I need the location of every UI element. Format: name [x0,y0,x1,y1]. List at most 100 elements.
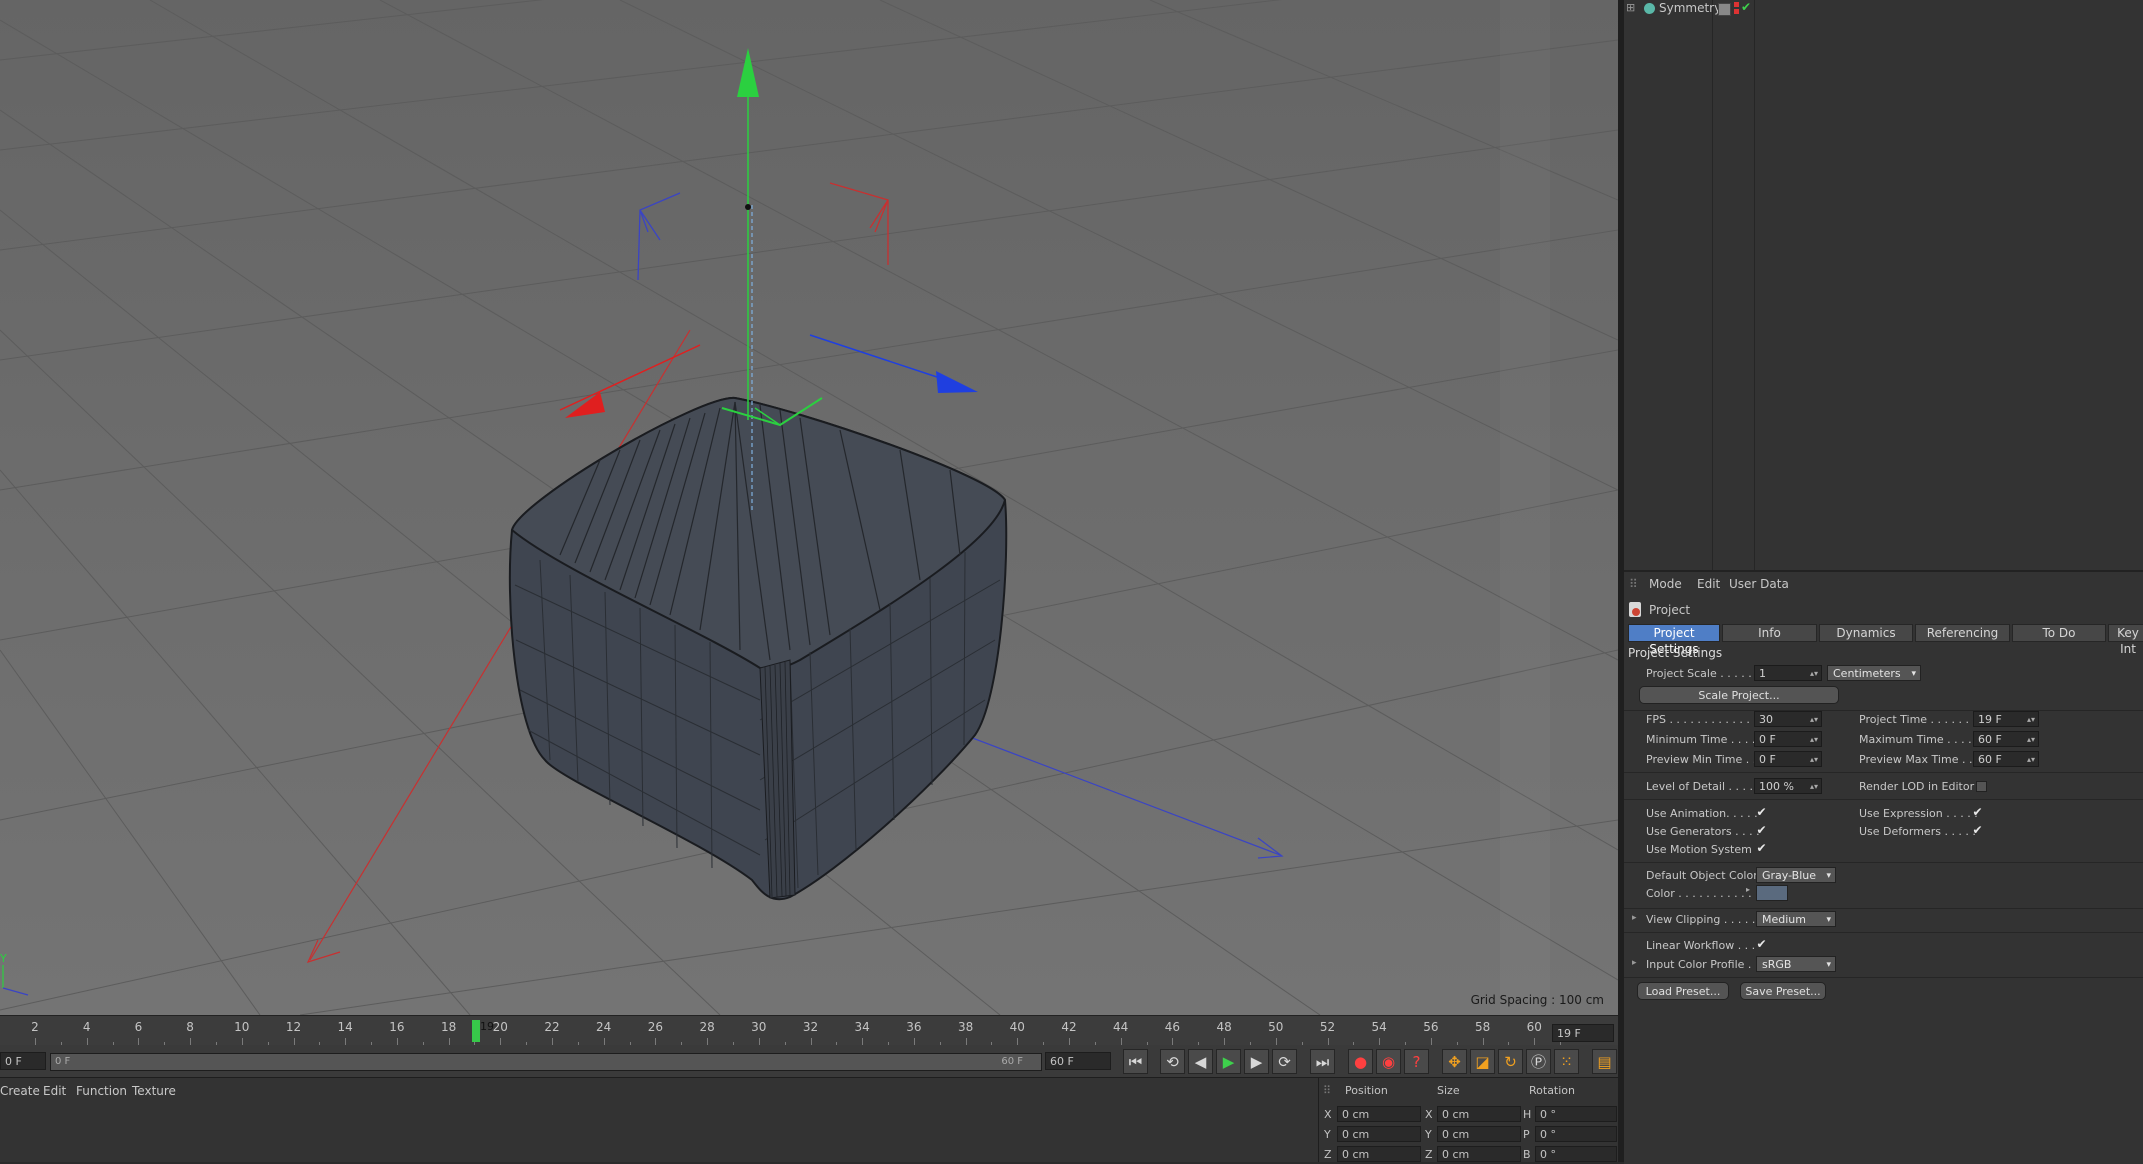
menu-texture[interactable]: Texture [132,1084,176,1098]
preview-range-bar[interactable]: 0 F 60 F [50,1053,1042,1071]
keyframe-selection-button[interactable]: ? [1404,1049,1429,1074]
tab-dynamics[interactable]: Dynamics [1819,624,1913,642]
timeline-tick-label: 40 [1009,1020,1025,1034]
end-frame-field[interactable]: 60 F [1045,1052,1111,1070]
3d-viewport[interactable]: Y Grid Spacing : 100 cm [0,0,1618,1015]
use-motion-checkbox[interactable]: ✔ [1755,842,1768,855]
range-end-label: 60 F [1001,1056,1023,1067]
expand-icon[interactable]: ⊞ [1626,1,1635,14]
timeline-tick-label: 52 [1319,1020,1336,1034]
fps-field[interactable]: 30 ▴▾ [1754,711,1822,727]
input-profile-dropdown[interactable]: sRGB ▾ [1756,956,1836,972]
next-key-icon: ⟳ [1278,1052,1291,1071]
min-time-label: Minimum Time . . . . [1646,733,1756,746]
position-z-field[interactable]: 0 cm [1337,1146,1421,1162]
preview-min-field[interactable]: 0 F ▴▾ [1754,751,1822,767]
play-button[interactable]: ▶ [1216,1049,1241,1074]
position-header: Position [1345,1084,1388,1097]
use-expression-checkbox[interactable]: ✔ [1971,806,1984,819]
size-x-field[interactable]: 0 cm [1437,1106,1521,1122]
menu-function[interactable]: Function [76,1084,127,1098]
rotation-p-field[interactable]: 0 ° [1535,1126,1617,1142]
timeline-ruler[interactable]: 2 4 6 8 10 12 14 16 18 20 22 24 26 28 30 32 34 36 38 40 42 44… [0,1015,1618,1046]
tab-to-do[interactable]: To Do [2012,624,2106,642]
autokey-button[interactable]: ◉ [1376,1049,1401,1074]
project-time-field[interactable]: 19 F ▴▾ [1973,711,2039,727]
object-row-symmetry[interactable]: ⊞ Symmetry ✔ [1624,0,2143,18]
parameter-key-button[interactable]: Ⓟ [1526,1049,1551,1074]
position-y-field[interactable]: 0 cm [1337,1126,1421,1142]
expand-triangle-icon[interactable]: ▸ [1632,913,1637,923]
use-motion-label: Use Motion System [1646,843,1752,856]
enabled-check-icon[interactable]: ✔ [1741,0,1751,14]
render-lod-checkbox[interactable] [1976,781,1987,792]
menu-edit[interactable]: Edit [1697,577,1720,591]
axis-x-label: X [1324,1108,1332,1121]
min-time-field[interactable]: 0 F ▴▾ [1754,731,1822,747]
point-level-button[interactable]: ⁙ [1554,1049,1579,1074]
expand-triangle-icon[interactable]: ▸ [1632,958,1637,968]
project-time-label: Project Time . . . . . . . [1859,713,1977,726]
tab-referencing[interactable]: Referencing [1915,624,2010,642]
timeline-tick-label: 36 [906,1020,922,1034]
preview-min-label: Preview Min Time . . [1646,753,1757,766]
record-icon: ● [1353,1052,1368,1071]
size-y-field[interactable]: 0 cm [1437,1126,1521,1142]
film-icon: ▤ [1597,1052,1612,1071]
next-frame-button[interactable]: ▶ [1244,1049,1269,1074]
preview-max-field[interactable]: 60 F ▴▾ [1973,751,2039,767]
load-preset-button[interactable]: Load Preset... [1637,982,1729,1000]
previous-frame-button[interactable]: ◀ [1188,1049,1213,1074]
size-z-field[interactable]: 0 cm [1437,1146,1521,1162]
linear-workflow-checkbox[interactable]: ✔ [1755,938,1768,951]
menu-user-data[interactable]: User Data [1729,577,1789,591]
previous-key-button[interactable]: ⟲ [1160,1049,1185,1074]
timeline-button[interactable]: ▤ [1592,1049,1617,1074]
rotation-key-button[interactable]: ↻ [1498,1049,1523,1074]
layer-icon[interactable] [1718,3,1731,16]
tab-info[interactable]: Info [1722,624,1817,642]
triangle-right-icon[interactable]: ▸ [1746,885,1750,894]
menu-create[interactable]: Create [0,1084,40,1098]
use-generators-checkbox[interactable]: ✔ [1755,824,1768,837]
timeline-tick-label: 48 [1216,1020,1232,1034]
position-key-button[interactable]: ✥ [1442,1049,1467,1074]
start-frame-field[interactable]: 0 F [0,1052,46,1070]
current-frame-field[interactable]: 19 F [1552,1024,1614,1042]
lod-field[interactable]: 100 % ▴▾ [1754,778,1822,794]
attribute-manager: ⠿ Mode Edit User Data Project Project Se… [1624,570,2143,1164]
next-key-button[interactable]: ⟳ [1272,1049,1297,1074]
save-preset-button[interactable]: Save Preset... [1740,982,1826,1000]
timeline-tick-label: 32 [802,1020,819,1034]
scale-project-button[interactable]: Scale Project... [1639,686,1839,704]
record-keys-button[interactable]: ● [1348,1049,1373,1074]
view-clipping-dropdown[interactable]: Medium ▾ [1756,911,1836,927]
rotation-header: Rotation [1529,1084,1576,1097]
go-to-end-button[interactable]: ⏭ [1310,1049,1335,1074]
timeline-tick-label: 2 [31,1020,39,1034]
tab-project-settings[interactable]: Project Settings [1628,624,1720,656]
position-x-field[interactable]: 0 cm [1337,1106,1421,1122]
default-color-dropdown[interactable]: Gray-Blue ▾ [1756,867,1836,883]
use-animation-checkbox[interactable]: ✔ [1755,806,1768,819]
render-visibility-dot[interactable] [1734,9,1739,14]
menu-mode[interactable]: Mode [1649,577,1682,591]
rotation-h-field[interactable]: 0 ° [1535,1106,1617,1122]
tab-key-interpolation[interactable]: Key Int [2108,624,2143,656]
project-scale-field[interactable]: 1 ▴▾ [1754,665,1822,681]
use-deformers-checkbox[interactable]: ✔ [1971,824,1984,837]
use-deformers-label: Use Deformers . . . . . [1859,825,1976,838]
timeline-tick-label: 42 [1061,1020,1077,1034]
color-swatch[interactable] [1756,885,1788,901]
go-to-start-button[interactable]: ⏮ [1123,1049,1148,1074]
size-y-label: Y [1425,1128,1432,1141]
axis-y-label: Y [0,952,7,965]
render-lod-label: Render LOD in Editor [1859,780,1975,793]
scale-key-button[interactable]: ◪ [1470,1049,1495,1074]
timeline-tick-label: 20 [492,1020,508,1034]
rotation-b-field[interactable]: 0 ° [1535,1146,1617,1162]
menu-edit[interactable]: Edit [43,1084,66,1098]
project-scale-unit-dropdown[interactable]: Centimeters ▾ [1827,665,1921,681]
max-time-field[interactable]: 60 F ▴▾ [1973,731,2039,747]
editor-visibility-dot[interactable] [1734,2,1739,7]
